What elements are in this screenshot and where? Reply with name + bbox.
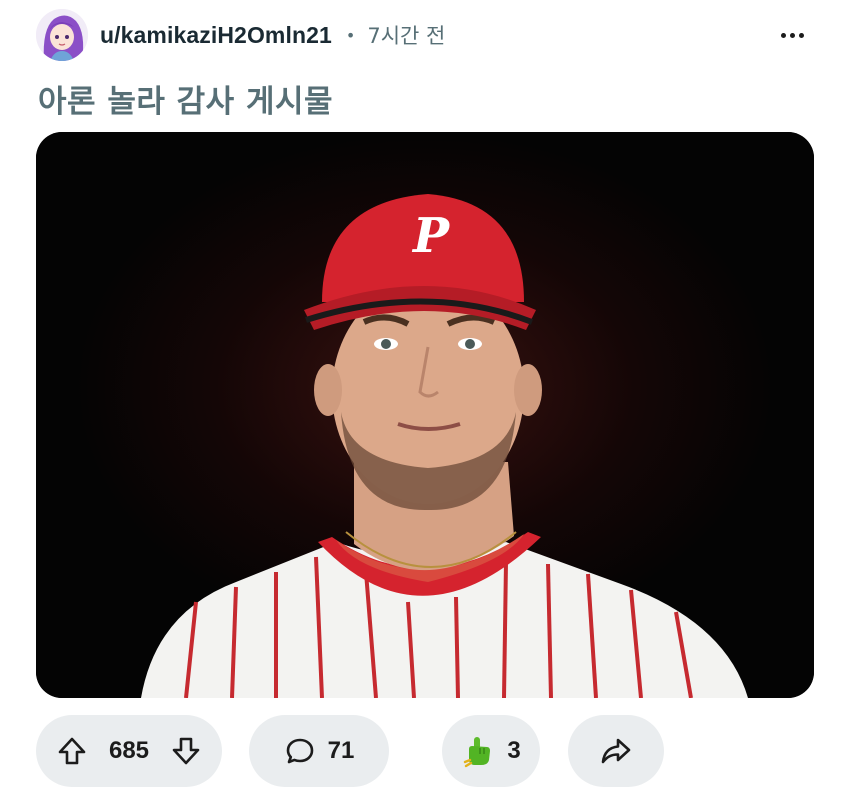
username-link[interactable]: u/kamikaziH2Omln21 <box>100 22 332 49</box>
comments-button[interactable]: 71 <box>249 715 389 787</box>
more-options-button[interactable] <box>774 20 810 50</box>
user-avatar[interactable] <box>36 9 88 61</box>
arrow-down-icon[interactable] <box>170 735 202 767</box>
post-action-bar: 685 71 3 <box>36 715 816 787</box>
meta-separator: • <box>345 25 356 45</box>
more-dot <box>798 32 804 38</box>
pointing-hand-award-icon <box>461 734 495 768</box>
vote-control: 685 <box>36 715 222 787</box>
upvote-count: 685 <box>108 737 150 764</box>
svg-text:P: P <box>411 208 451 264</box>
speech-bubble-icon <box>284 735 316 767</box>
share-button[interactable] <box>568 715 664 787</box>
comment-count: 71 <box>327 737 355 764</box>
arrow-up-icon[interactable] <box>56 735 88 767</box>
post-image[interactable]: P <box>36 132 814 698</box>
award-button[interactable]: 3 <box>442 715 540 787</box>
more-dot <box>789 32 795 38</box>
award-count: 3 <box>507 737 521 764</box>
more-dots-icon <box>780 32 786 38</box>
post-header: u/kamikaziH2Omln21 • 7시간 전 <box>36 8 816 62</box>
share-arrow-icon <box>599 734 633 768</box>
post-title[interactable]: 아론 놀라 감사 게시물 <box>38 76 333 121</box>
post-timestamp: 7시간 전 <box>367 24 446 48</box>
